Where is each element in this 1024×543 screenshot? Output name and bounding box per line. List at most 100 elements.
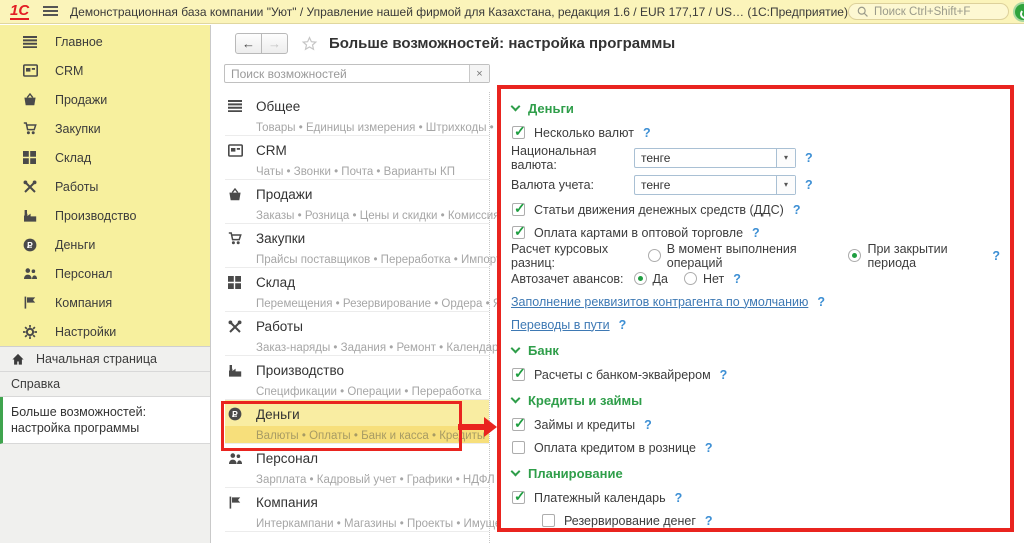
- help-icon[interactable]: ?: [733, 272, 741, 286]
- exchange-on-operations-radio[interactable]: [648, 249, 661, 262]
- search-row: Поиск возможностей ×: [212, 64, 1024, 83]
- settings-panel: Деньги Несколько валют ? Национальная ва…: [497, 85, 1014, 532]
- factory-icon: [23, 208, 40, 223]
- basket-icon: [23, 92, 40, 107]
- help-icon[interactable]: ?: [675, 491, 683, 505]
- national-currency-select[interactable]: тенге ▾: [634, 148, 796, 168]
- sidebar-item-home[interactable]: Начальная страница: [0, 347, 210, 372]
- tools-icon: [228, 320, 245, 333]
- feature-personnel[interactable]: Персонал Зарплата • Кадровый учет • Граф…: [225, 444, 489, 488]
- status-indicator-icon[interactable]: [1013, 2, 1024, 22]
- help-icon[interactable]: ?: [619, 318, 627, 332]
- sidebar-item-company[interactable]: Компания: [0, 288, 210, 317]
- feature-sales[interactable]: Продажи Заказы • Розница • Цены и скидки…: [225, 180, 489, 224]
- feature-works[interactable]: Работы Заказ-наряды • Задания • Ремонт •…: [225, 312, 489, 356]
- setting-loans: Займы и кредиты ?: [511, 413, 1000, 436]
- card-payments-checkbox[interactable]: [512, 226, 525, 239]
- payment-calendar-checkbox[interactable]: [512, 491, 525, 504]
- help-icon[interactable]: ?: [643, 126, 651, 140]
- back-button[interactable]: ←: [235, 33, 262, 54]
- feature-company[interactable]: Компания Интеркампани • Магазины • Проек…: [225, 488, 489, 532]
- global-search-input[interactable]: Поиск Ctrl+Shift+F: [848, 3, 1009, 20]
- setting-national-currency: Национальная валюта: тенге ▾ ?: [511, 144, 1000, 171]
- grid-icon: [23, 150, 40, 165]
- help-icon[interactable]: ?: [805, 151, 813, 165]
- hamburger-menu-icon[interactable]: [43, 6, 54, 17]
- money-reservation-checkbox[interactable]: [542, 514, 555, 527]
- feature-money[interactable]: Р Деньги Валюты • Оплаты • Банк и касса …: [225, 400, 489, 444]
- sidebar-item-active-tab[interactable]: Больше возможностей: настройка программы: [0, 397, 210, 444]
- setting-credit-retail: Оплата кредитом в рознице ?: [511, 436, 1000, 459]
- transfers-in-transit-link[interactable]: Переводы в пути: [511, 318, 610, 332]
- help-icon[interactable]: ?: [720, 368, 728, 382]
- section-header-money[interactable]: Деньги: [511, 96, 1000, 121]
- sidebar-item-personnel[interactable]: Персонал: [0, 259, 210, 288]
- sidebar-item-crm[interactable]: CRM: [0, 56, 210, 85]
- feature-crm[interactable]: CRM Чаты • Звонки • Почта • Варианты КП: [225, 136, 489, 180]
- help-icon[interactable]: ?: [817, 295, 825, 309]
- advance-yes-radio[interactable]: [634, 272, 647, 285]
- help-icon[interactable]: ?: [752, 226, 760, 240]
- feature-purchases[interactable]: Закупки Прайсы поставщиков • Переработка…: [225, 224, 489, 268]
- sidebar-item-production[interactable]: Производство: [0, 201, 210, 230]
- setting-cash-flow-items: Статьи движения денежных средств (ДДС) ?: [511, 198, 1000, 221]
- feature-search-input[interactable]: Поиск возможностей ×: [224, 64, 490, 83]
- sidebar-nav: Главное CRM Продажи Закупки Склад Работы…: [0, 25, 210, 347]
- setting-exchange-diff: Расчет курсовых разниц: В момент выполне…: [511, 244, 1000, 267]
- panel-header: ← → Больше возможностей: настройка прогр…: [212, 25, 1024, 62]
- sidebar-item-main[interactable]: Главное: [0, 27, 210, 56]
- people-icon: [23, 266, 40, 281]
- advance-no-radio[interactable]: [684, 272, 697, 285]
- 1c-logo: 1С: [10, 4, 29, 20]
- menu-icon: [228, 100, 245, 112]
- chevron-down-icon: [511, 102, 521, 112]
- people-icon: [228, 452, 245, 465]
- loans-checkbox[interactable]: [512, 418, 525, 431]
- sidebar-item-settings[interactable]: Настройки: [0, 317, 210, 346]
- counterparty-defaults-link[interactable]: Заполнение реквизитов контрагента по умо…: [511, 295, 808, 309]
- dropdown-arrow-icon[interactable]: ▾: [776, 149, 795, 167]
- help-icon[interactable]: ?: [992, 249, 1000, 263]
- help-icon[interactable]: ?: [644, 418, 652, 432]
- section-header-credits[interactable]: Кредиты и займы: [511, 388, 1000, 413]
- setting-acquirer: Расчеты с банком-эквайрером ?: [511, 363, 1000, 386]
- sidebar-item-help[interactable]: Справка: [0, 372, 210, 397]
- section-header-planning[interactable]: Планирование: [511, 461, 1000, 486]
- home-icon: [11, 353, 26, 366]
- dropdown-arrow-icon[interactable]: ▾: [776, 176, 795, 194]
- money-icon: Р: [228, 407, 245, 421]
- grid-icon: [228, 276, 245, 289]
- exchange-on-period-close-radio[interactable]: [848, 249, 861, 262]
- chevron-down-icon: [511, 344, 521, 354]
- money-icon: Р: [23, 237, 40, 252]
- menu-icon: [23, 34, 40, 49]
- credit-retail-checkbox[interactable]: [512, 441, 525, 454]
- feature-common[interactable]: Общее Товары • Единицы измерения • Штрих…: [225, 92, 489, 136]
- help-icon[interactable]: ?: [805, 178, 813, 192]
- favorite-star-icon[interactable]: [301, 36, 318, 52]
- clear-search-button[interactable]: ×: [469, 65, 489, 82]
- svg-text:Р: Р: [232, 409, 238, 419]
- forward-button[interactable]: →: [261, 33, 288, 54]
- accounting-currency-select[interactable]: тенге ▾: [634, 175, 796, 195]
- feature-production[interactable]: Производство Спецификации • Операции • П…: [225, 356, 489, 400]
- help-icon[interactable]: ?: [705, 514, 713, 528]
- sidebar-item-sales[interactable]: Продажи: [0, 85, 210, 114]
- sidebar-item-warehouse[interactable]: Склад: [0, 143, 210, 172]
- acquirer-checkbox[interactable]: [512, 368, 525, 381]
- window-title: Демонстрационная база компании "Уют" / У…: [70, 5, 848, 19]
- basket-icon: [228, 188, 245, 201]
- multi-currency-checkbox[interactable]: [512, 126, 525, 139]
- section-header-bank[interactable]: Банк: [511, 338, 1000, 363]
- sidebar-item-works[interactable]: Работы: [0, 172, 210, 201]
- cash-flow-items-checkbox[interactable]: [512, 203, 525, 216]
- feature-warehouse[interactable]: Склад Перемещения • Резервирование • Орд…: [225, 268, 489, 312]
- svg-text:Р: Р: [27, 240, 33, 250]
- crm-icon: [228, 144, 245, 157]
- setting-counterparty-link: Заполнение реквизитов контрагента по умо…: [511, 290, 1000, 313]
- sidebar-item-purchases[interactable]: Закупки: [0, 114, 210, 143]
- chevron-down-icon: [511, 467, 521, 477]
- sidebar-item-money[interactable]: Р Деньги: [0, 230, 210, 259]
- help-icon[interactable]: ?: [793, 203, 801, 217]
- help-icon[interactable]: ?: [705, 441, 713, 455]
